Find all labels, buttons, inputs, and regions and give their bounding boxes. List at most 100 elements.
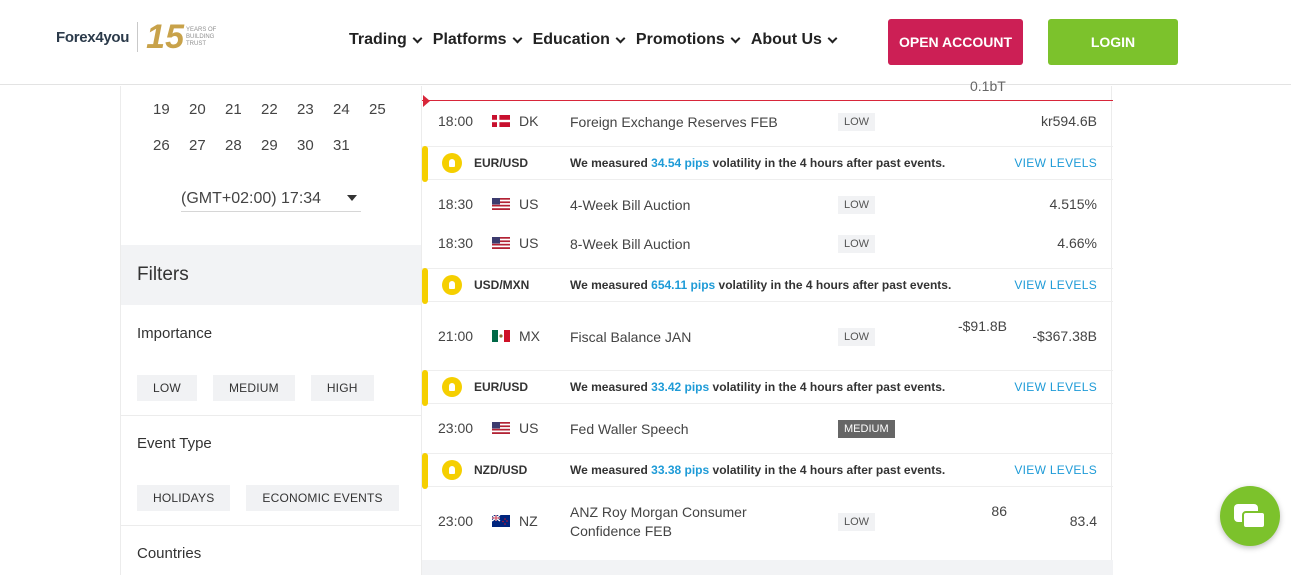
divider — [121, 525, 421, 526]
cut-off-value: 0.1bT — [970, 78, 1006, 94]
denmark-flag-icon — [492, 115, 510, 127]
event-name: 8-Week Bill Auction — [570, 236, 691, 252]
volatility-message: We measured 34.54 pips volatility in the… — [570, 156, 945, 170]
chip-holidays[interactable]: HOLIDAYS — [137, 485, 231, 511]
event-name: ANZ Roy Morgan Consumer Confidence FEB — [570, 504, 747, 539]
list-footer — [422, 560, 1113, 575]
volatility-bar — [422, 370, 428, 406]
lightbulb-icon — [442, 153, 462, 173]
event-type-label: Event Type — [137, 435, 212, 452]
login-button[interactable]: LOGIN — [1048, 19, 1178, 65]
logo-badge-text: YEARS OF BUILDING TRUST — [186, 26, 217, 47]
calendar-day[interactable]: 24 — [331, 101, 367, 118]
event-name: Foreign Exchange Reserves FEB — [570, 114, 778, 130]
logo[interactable]: Forex4you 15 YEARS OF BUILDING TRUST — [56, 20, 222, 54]
event-country: NZ — [519, 513, 538, 529]
chevron-down-icon — [512, 33, 523, 43]
countries-label: Countries — [137, 545, 202, 562]
lightbulb-icon — [442, 377, 462, 397]
nav-label: Platforms — [432, 31, 507, 48]
view-levels-link[interactable]: VIEW LEVELS — [1014, 278, 1097, 292]
calendar-day[interactable]: 31 — [331, 137, 367, 154]
event-country: US — [519, 420, 539, 436]
logo-text: Forex4you — [56, 28, 130, 46]
volatility-pips: 654.11 pips — [651, 278, 716, 292]
calendar-day[interactable]: 29 — [259, 137, 295, 154]
timezone-select[interactable]: (GMT+02:00) 17:34 — [181, 186, 361, 212]
current-time-marker — [423, 95, 430, 107]
volatility-bar — [422, 146, 428, 182]
volatility-bar — [422, 453, 428, 489]
lightbulb-icon — [442, 460, 462, 480]
calendar-day[interactable]: 20 — [187, 101, 223, 118]
calendar-day[interactable]: 19 — [151, 101, 187, 118]
event-row[interactable]: 23:00 US Fed Waller Speech MEDIUM — [422, 420, 1113, 440]
importance-chips: LOW MEDIUM HIGH — [137, 375, 374, 401]
volatility-pips: 33.42 pips — [651, 380, 710, 394]
volatility-pair: USD/MXN — [474, 278, 530, 292]
chevron-down-icon — [615, 33, 626, 43]
nav-label: About Us — [750, 31, 822, 48]
nav-platforms[interactable]: Platforms — [432, 31, 523, 49]
chip-medium[interactable]: MEDIUM — [212, 375, 295, 401]
event-row[interactable]: 18:30 US 8-Week Bill Auction LOW 4.66% — [422, 235, 1113, 255]
event-actual: 4.66% — [1057, 235, 1097, 251]
importance-badge: MEDIUM — [838, 420, 895, 438]
volatility-pair: EUR/USD — [474, 156, 529, 170]
view-levels-link[interactable]: VIEW LEVELS — [1014, 463, 1097, 477]
main-nav: Trading Platforms Education Promotions A… — [349, 31, 848, 49]
open-account-button[interactable]: OPEN ACCOUNT — [888, 19, 1023, 65]
calendar-day[interactable]: 30 — [295, 137, 331, 154]
msg-after: volatility in the 4 hours after past eve… — [712, 463, 946, 477]
nav-promotions[interactable]: Promotions — [636, 31, 741, 49]
current-time-line — [422, 100, 1113, 101]
event-row[interactable]: 18:00 DK Foreign Exchange Reserves FEB L… — [422, 113, 1113, 133]
nav-education[interactable]: Education — [533, 31, 626, 49]
event-name: Fed Waller Speech — [570, 421, 689, 437]
msg-before: We measured — [570, 278, 648, 292]
calendar-day[interactable]: 26 — [151, 137, 187, 154]
calendar-day[interactable]: 23 — [295, 101, 331, 118]
chip-low[interactable]: LOW — [137, 375, 197, 401]
calendar-day[interactable]: 22 — [259, 101, 295, 118]
event-row[interactable]: 23:00 NZ ANZ Roy Morgan Consumer Confide… — [422, 503, 1113, 543]
lightbulb-icon — [442, 275, 462, 295]
calendar-day[interactable]: 28 — [223, 137, 259, 154]
event-row[interactable]: 18:30 US 4-Week Bill Auction LOW 4.515% — [422, 196, 1113, 216]
event-time: 23:00 — [438, 420, 474, 436]
chevron-down-icon — [730, 33, 741, 43]
chevron-down-icon — [412, 33, 423, 43]
chat-widget-button[interactable] — [1220, 486, 1280, 546]
msg-before: We measured — [570, 463, 648, 477]
event-country: US — [519, 235, 539, 251]
filters-title: Filters — [121, 245, 421, 305]
nav-about-us[interactable]: About Us — [750, 31, 838, 49]
calendar-day[interactable]: 21 — [223, 101, 259, 118]
importance-badge: LOW — [838, 113, 876, 131]
event-country: MX — [519, 328, 540, 344]
site-header: Forex4you 15 YEARS OF BUILDING TRUST Tra… — [0, 0, 1291, 85]
event-type-chips: HOLIDAYS ECONOMIC EVENTS — [137, 485, 399, 511]
event-row[interactable]: 21:00 MX Fiscal Balance JAN LOW -$91.8B … — [422, 318, 1113, 360]
view-levels-link[interactable]: VIEW LEVELS — [1014, 380, 1097, 394]
chip-high[interactable]: HIGH — [310, 375, 374, 401]
volatility-message: We measured 33.42 pips volatility in the… — [570, 380, 945, 394]
volatility-row: NZD/USD We measured 33.38 pips volatilit… — [422, 453, 1113, 489]
volatility-bar — [422, 268, 428, 304]
volatility-pair: NZD/USD — [474, 463, 528, 477]
view-levels-link[interactable]: VIEW LEVELS — [1014, 156, 1097, 170]
calendar-week: 26 27 28 29 30 31 — [151, 137, 367, 154]
nav-trading[interactable]: Trading — [349, 31, 423, 49]
event-actual: -$367.38B — [1032, 328, 1097, 344]
msg-after: volatility in the 4 hours after past eve… — [712, 156, 946, 170]
calendar-day[interactable]: 25 — [367, 101, 403, 118]
event-name: Fiscal Balance JAN — [570, 329, 692, 345]
us-flag-icon — [492, 422, 510, 434]
chip-economic-events[interactable]: ECONOMIC EVENTS — [246, 485, 399, 511]
volatility-row: USD/MXN We measured 654.11 pips volatili… — [422, 268, 1113, 304]
nav-label: Trading — [349, 31, 407, 48]
event-country: DK — [519, 113, 539, 129]
logo-badge-number: 15 — [146, 18, 184, 56]
calendar-day[interactable]: 27 — [187, 137, 223, 154]
event-forecast: 86 — [991, 503, 1007, 519]
